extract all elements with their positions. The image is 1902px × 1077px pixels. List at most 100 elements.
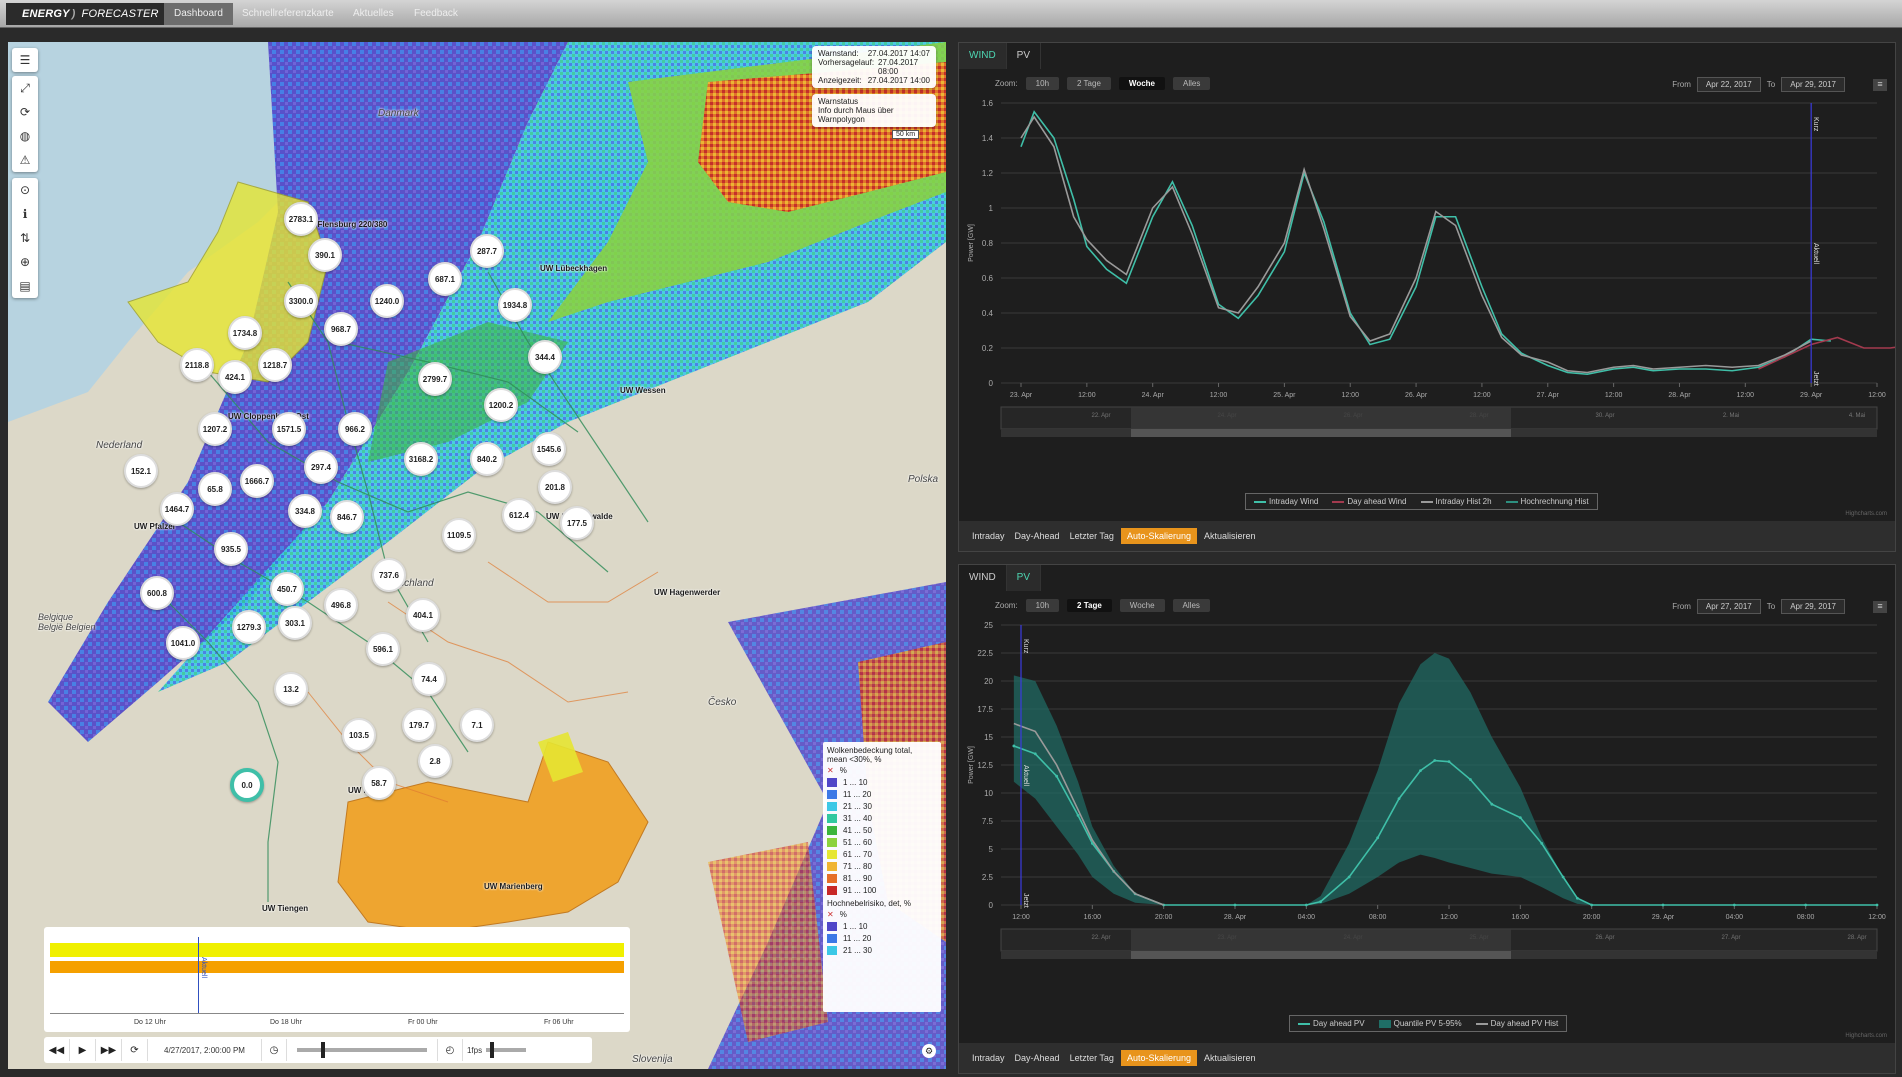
legend-item[interactable]: Intraday Hist 2h [1420,497,1492,506]
substation-bubble[interactable]: 287.7 [470,234,504,268]
sort-icon[interactable]: ⇅ [12,226,38,250]
substation-bubble[interactable]: 58.7 [362,766,396,800]
tab-pv[interactable]: PV [1006,565,1042,591]
weather-map[interactable] [8,42,946,1069]
day-ahead-button[interactable]: Day-Ahead [1011,528,1063,544]
substation-bubble[interactable]: 179.7 [402,708,436,742]
substation-bubble[interactable]: 7.1 [460,708,494,742]
speed-slider[interactable] [486,1042,527,1058]
table-icon[interactable]: ▤ [12,274,38,298]
substation-bubble[interactable]: 404.1 [406,598,440,632]
substation-bubble[interactable]: 966.2 [338,412,372,446]
substation-bubble[interactable]: 1109.5 [442,518,476,552]
substation-bubble[interactable]: 1200.2 [484,388,518,422]
to-date-input[interactable]: Apr 29, 2017 [1781,77,1845,92]
fast-forward-icon[interactable]: ▶▶ [96,1039,122,1061]
nav-feedback[interactable]: Feedback [404,3,468,25]
day-ahead-button[interactable]: Day-Ahead [1011,1050,1063,1066]
tab-wind[interactable]: WIND [959,43,1007,69]
substation-bubble[interactable]: 1041.0 [166,626,200,660]
substation-bubble[interactable]: 935.5 [214,532,248,566]
substation-bubble[interactable]: 450.7 [270,572,304,606]
info-icon[interactable]: ℹ [12,202,38,226]
from-date-input[interactable]: Apr 27, 2017 [1696,599,1761,614]
zoom-alles-button[interactable]: Alles [1172,599,1210,612]
substation-bubble[interactable]: 201.8 [538,470,572,504]
intraday-button[interactable]: Intraday [969,1050,1008,1066]
substation-bubble[interactable]: 1218.7 [258,348,292,382]
close-icon[interactable]: ✕ [827,910,834,919]
substation-bubble[interactable]: 390.1 [308,238,342,272]
substation-bubble[interactable]: 177.5 [560,506,594,540]
substation-bubble[interactable]: 334.8 [288,494,322,528]
zoom-10h-button[interactable]: 10h [1025,599,1060,612]
substation-bubble[interactable]: 1571.5 [272,412,306,446]
substation-bubble[interactable]: 1934.8 [498,288,532,322]
substation-bubble[interactable]: 600.8 [140,576,174,610]
letzter-tag-button[interactable]: Letzter Tag [1066,528,1117,544]
close-icon[interactable]: ✕ [827,766,834,775]
wind-chart[interactable]: 0 0.2 0.4 0.6 0.8 1 1.2 1.4 1.6 23. Apr 12:00 24. A… [959,99,1895,479]
brand-logo[interactable]: ENERGY) FORECASTER [6,3,171,25]
substation-bubble[interactable]: 3300.0 [284,284,318,318]
substation-bubble[interactable]: 152.1 [124,454,158,488]
rewind-icon[interactable]: ◀◀ [44,1039,70,1061]
substation-bubble[interactable]: 297.4 [304,450,338,484]
substation-bubble[interactable]: 1666.7 [240,464,274,498]
substation-bubble[interactable]: 1279.3 [232,610,266,644]
zoom-woche-button[interactable]: Woche [1119,599,1165,612]
layers-icon[interactable]: ☰ [12,48,38,72]
substation-bubble[interactable]: 1240.0 [370,284,404,318]
hamburger-icon[interactable]: ≡ [1873,601,1887,613]
warning-timeline[interactable]: Aktuell Do 12 Uhr Do 18 Uhr Fr 00 Uhr Fr… [44,927,630,1032]
map-panel[interactable]: ☰ ⤢ ⟳ ◍ ⚠ ⊙ ℹ ⇅ ⊕ ▤ Warnstand: 27.04.2017… [8,42,946,1069]
intraday-button[interactable]: Intraday [969,528,1008,544]
substation-bubble[interactable]: 103.5 [342,718,376,752]
legend-item[interactable]: Quantile PV 5-95% [1378,1019,1462,1028]
substation-bubble[interactable]: 344.4 [528,340,562,374]
warning-icon[interactable]: ⚠ [12,148,38,172]
hamburger-icon[interactable]: ≡ [1873,79,1887,91]
substation-bubble[interactable]: 65.8 [198,472,232,506]
zoom-alles-button[interactable]: Alles [1172,77,1211,90]
time-slider-handle[interactable] [320,1042,325,1058]
substation-bubble[interactable]: 2799.7 [418,362,452,396]
substation-bubble[interactable]: 840.2 [470,442,504,476]
zoom-woche-button[interactable]: Woche [1118,77,1165,90]
nav-schnellreferenzkarte[interactable]: Schnellreferenzkarte [232,3,344,25]
aktualisieren-button[interactable]: Aktualisieren [1200,1050,1259,1066]
location-icon[interactable]: ⊙ [12,178,38,202]
settings-icon[interactable]: ⚙ [922,1044,936,1058]
clock-icon[interactable]: ◷ [260,1039,287,1061]
substation-bubble[interactable]: 1734.8 [228,316,262,350]
substation-bubble[interactable]: 303.1 [278,606,312,640]
substation-bubble[interactable]: 74.4 [412,662,446,696]
tab-pv[interactable]: PV [1007,43,1042,69]
auto-skalierung-button[interactable]: Auto-Skalierung [1120,1050,1197,1066]
substation-bubble[interactable]: 687.1 [428,262,462,296]
speed-icon[interactable]: ◴ [436,1039,463,1061]
substation-bubble[interactable]: 2.8 [418,744,452,778]
map-legend[interactable]: Wolkenbedeckung total, mean <30%, % ✕% 1… [823,742,941,1012]
to-date-input[interactable]: Apr 29, 2017 [1781,599,1845,614]
substation-bubble[interactable]: 846.7 [330,500,364,534]
speed-slider-handle[interactable] [490,1042,495,1058]
legend-item[interactable]: Intraday Wind [1254,497,1318,506]
substation-bubble[interactable]: 1207.2 [198,412,232,446]
pv-chart[interactable]: 0 2.5 5 7.5 10 12.5 15 17.5 20 22.5 25 12:00 16:00 20… [959,621,1895,1001]
substation-bubble[interactable]: 424.1 [218,360,252,394]
fullscreen-icon[interactable]: ⤢ [12,76,38,100]
from-date-input[interactable]: Apr 22, 2017 [1696,77,1761,92]
nav-aktuelles[interactable]: Aktuelles [343,3,404,25]
substation-bubble[interactable]: 1545.6 [532,432,566,466]
time-slider[interactable] [296,1042,427,1058]
substation-bubble[interactable]: 2118.8 [180,348,214,382]
substation-bubble[interactable]: 596.1 [366,632,400,666]
substation-bubble[interactable]: 968.7 [324,312,358,346]
substation-bubble[interactable]: 0.0 [230,768,264,802]
zoom-2tage-button[interactable]: 2 Tage [1067,77,1111,90]
substation-bubble[interactable]: 2783.1 [284,202,318,236]
refresh-icon[interactable]: ⟳ [12,100,38,124]
play-icon[interactable]: ▶ [70,1039,96,1061]
aktualisieren-button[interactable]: Aktualisieren [1200,528,1259,544]
